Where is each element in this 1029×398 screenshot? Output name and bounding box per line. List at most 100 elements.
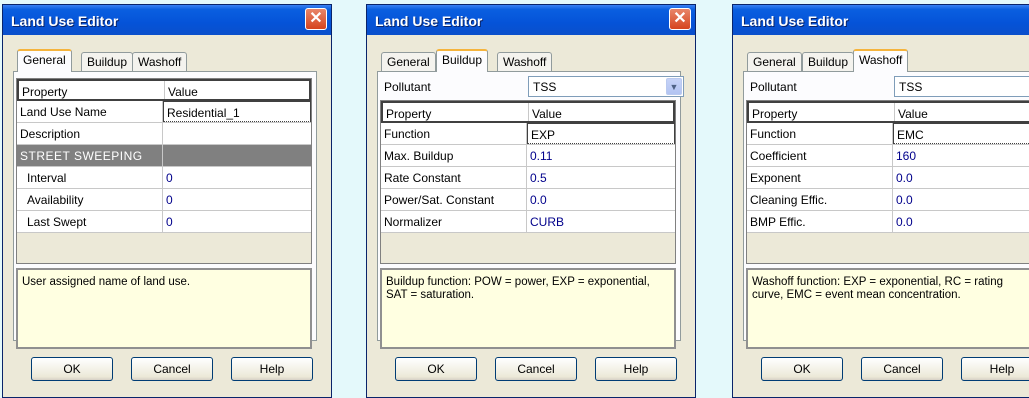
property-label: Normalizer bbox=[381, 211, 527, 232]
property-label: Function bbox=[381, 123, 527, 144]
grid-filler bbox=[747, 233, 1029, 263]
grid-row-rate-constant[interactable]: Rate Constant 0.5 bbox=[381, 167, 675, 189]
tab-buildup[interactable]: Buildup bbox=[802, 52, 855, 71]
property-label: Rate Constant bbox=[381, 167, 527, 188]
description-box: Buildup function: POW = power, EXP = exp… bbox=[380, 268, 676, 349]
last-swept-value[interactable]: 0 bbox=[163, 211, 311, 232]
property-label: Interval bbox=[17, 167, 163, 188]
exponent-value[interactable]: 0.0 bbox=[893, 167, 1029, 188]
cancel-button[interactable]: Cancel bbox=[495, 357, 577, 381]
grid-row-bmp-effic[interactable]: BMP Effic. 0.0 bbox=[747, 211, 1029, 233]
description-box: Washoff function: EXP = exponential, RC … bbox=[746, 268, 1029, 349]
tab-general[interactable]: General bbox=[747, 52, 802, 71]
function-field[interactable]: EMC bbox=[893, 123, 1029, 144]
pollutant-row: Pollutant TSS ▼ bbox=[748, 76, 1029, 98]
property-label: Cleaning Effic. bbox=[747, 189, 893, 210]
grid-header: Property Value bbox=[381, 101, 675, 123]
property-label: Last Swept bbox=[17, 211, 163, 232]
pollutant-select[interactable]: TSS ▼ bbox=[528, 76, 684, 97]
tab-washoff[interactable]: Washoff bbox=[497, 52, 553, 71]
close-icon[interactable]: ✕ bbox=[305, 8, 327, 30]
property-label: Availability bbox=[17, 189, 163, 210]
grid-row-interval[interactable]: Interval 0 bbox=[17, 167, 311, 189]
help-button[interactable]: Help bbox=[231, 357, 313, 381]
cancel-button[interactable]: Cancel bbox=[131, 357, 213, 381]
header-property: Property bbox=[383, 103, 529, 121]
description-box: User assigned name of land use. bbox=[16, 268, 312, 349]
cleaning-effic-value[interactable]: 0.0 bbox=[893, 189, 1029, 210]
grid-filler bbox=[17, 233, 311, 263]
grid-row-power-sat-constant[interactable]: Power/Sat. Constant 0.0 bbox=[381, 189, 675, 211]
tab-panel: Pollutant TSS ▼ Property Value Function … bbox=[377, 71, 684, 349]
ok-button[interactable]: OK bbox=[395, 357, 477, 381]
ok-button[interactable]: OK bbox=[31, 357, 113, 381]
dialog-title: Land Use Editor bbox=[375, 13, 483, 29]
tab-washoff[interactable]: Washoff bbox=[853, 49, 909, 72]
header-value: Value bbox=[898, 107, 928, 121]
land-use-editor-general: Land Use Editor ✕ General Buildup Washof… bbox=[2, 4, 332, 398]
section-value bbox=[163, 145, 311, 166]
grid-row-max-buildup[interactable]: Max. Buildup 0.11 bbox=[381, 145, 675, 167]
power-sat-constant-value[interactable]: 0.0 bbox=[527, 189, 675, 210]
property-label: Power/Sat. Constant bbox=[381, 189, 527, 210]
dialog-title: Land Use Editor bbox=[11, 13, 119, 29]
land-use-editor-buildup: Land Use Editor ✕ General Buildup Washof… bbox=[366, 4, 696, 398]
grid-header: Property Value bbox=[17, 79, 311, 101]
grid-row-function[interactable]: Function EMC bbox=[747, 123, 1029, 145]
section-label: STREET SWEEPING bbox=[17, 145, 163, 166]
tab-buildup[interactable]: Buildup bbox=[436, 49, 489, 72]
header-value: Value bbox=[532, 107, 562, 121]
function-field[interactable]: EXP bbox=[527, 123, 675, 144]
grid-row-coefficient[interactable]: Coefficient 160 bbox=[747, 145, 1029, 167]
availability-value[interactable]: 0 bbox=[163, 189, 311, 210]
land-use-name-field[interactable]: Residential_1 bbox=[163, 101, 311, 122]
grid-header: Property Value bbox=[747, 101, 1029, 123]
property-grid: Property Value Land Use Name Residential… bbox=[16, 78, 312, 264]
close-icon[interactable]: ✕ bbox=[669, 8, 691, 30]
description-value[interactable] bbox=[163, 123, 311, 144]
normalizer-value[interactable]: CURB bbox=[527, 211, 675, 232]
interval-value[interactable]: 0 bbox=[163, 167, 311, 188]
coefficient-value[interactable]: 160 bbox=[893, 145, 1029, 166]
help-button[interactable]: Help bbox=[595, 357, 677, 381]
pollutant-label: Pollutant bbox=[384, 80, 431, 94]
tab-general[interactable]: General bbox=[381, 52, 436, 71]
chevron-down-icon[interactable]: ▼ bbox=[666, 78, 682, 95]
grid-row-function[interactable]: Function EXP bbox=[381, 123, 675, 145]
pollutant-value: TSS bbox=[533, 80, 557, 94]
grid-row-normalizer[interactable]: Normalizer CURB bbox=[381, 211, 675, 233]
tab-panel: Property Value Land Use Name Residential… bbox=[13, 71, 317, 349]
pollutant-select[interactable]: TSS ▼ bbox=[894, 76, 1029, 97]
cancel-button[interactable]: Cancel bbox=[861, 357, 943, 381]
grid-row-exponent[interactable]: Exponent 0.0 bbox=[747, 167, 1029, 189]
rate-constant-value[interactable]: 0.5 bbox=[527, 167, 675, 188]
title-bar: Land Use Editor ✕ bbox=[3, 5, 331, 35]
grid-row-cleaning-effic[interactable]: Cleaning Effic. 0.0 bbox=[747, 189, 1029, 211]
property-label: Function bbox=[747, 123, 893, 144]
property-label: Land Use Name bbox=[17, 101, 163, 122]
property-label: Description bbox=[17, 123, 163, 144]
tab-panel: Pollutant TSS ▼ Property Value Function … bbox=[743, 71, 1029, 349]
grid-row-last-swept[interactable]: Last Swept 0 bbox=[17, 211, 311, 233]
grid-row-land-use-name[interactable]: Land Use Name Residential_1 bbox=[17, 101, 311, 123]
property-label: Coefficient bbox=[747, 145, 893, 166]
property-label: Exponent bbox=[747, 167, 893, 188]
header-value: Value bbox=[168, 85, 198, 99]
grid-row-description[interactable]: Description bbox=[17, 123, 311, 145]
grid-row-availability[interactable]: Availability 0 bbox=[17, 189, 311, 211]
max-buildup-value[interactable]: 0.11 bbox=[527, 145, 675, 166]
land-use-editor-washoff: Land Use Editor ✕ General Buildup Washof… bbox=[732, 4, 1029, 398]
dialog-title: Land Use Editor bbox=[741, 13, 849, 29]
grid-filler bbox=[381, 233, 675, 263]
tab-general[interactable]: General bbox=[17, 49, 72, 72]
tab-buildup[interactable]: Buildup bbox=[81, 52, 134, 71]
tab-washoff[interactable]: Washoff bbox=[132, 52, 188, 71]
property-label: Max. Buildup bbox=[381, 145, 527, 166]
property-grid: Property Value Function EMC Coefficient … bbox=[746, 100, 1029, 264]
help-button[interactable]: Help bbox=[961, 357, 1029, 381]
section-street-sweeping: STREET SWEEPING bbox=[17, 145, 311, 167]
title-bar: Land Use Editor ✕ bbox=[733, 5, 1029, 35]
header-property: Property bbox=[749, 103, 895, 121]
ok-button[interactable]: OK bbox=[761, 357, 843, 381]
bmp-effic-value[interactable]: 0.0 bbox=[893, 211, 1029, 232]
